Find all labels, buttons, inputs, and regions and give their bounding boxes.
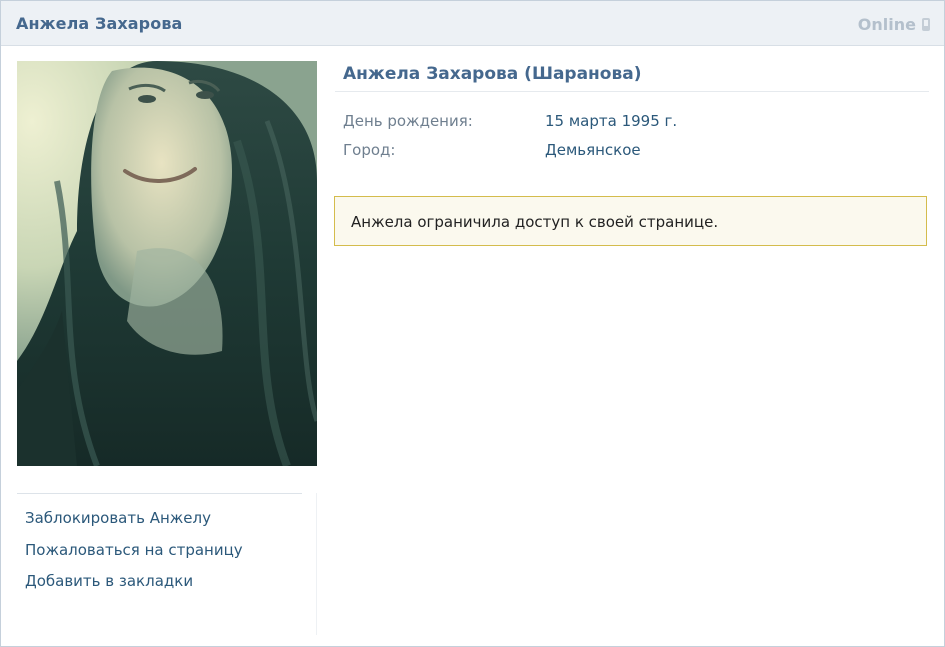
profile-info: Анжела Захарова (Шаранова) День рождения…: [335, 61, 929, 165]
profile-photo-image: [17, 61, 317, 466]
online-status: Online: [858, 15, 930, 34]
header-user-name[interactable]: Анжела Захарова: [16, 14, 182, 33]
birthday-label: День рождения:: [343, 112, 473, 130]
birthday-value[interactable]: 15 марта 1995 г.: [545, 107, 677, 136]
profile-page: Анжела Захарова Online Заблокировать Анж…: [0, 0, 945, 647]
report-page-link[interactable]: Пожаловаться на страницу: [25, 535, 302, 567]
actions-divider: [316, 493, 317, 635]
block-user-link[interactable]: Заблокировать Анжелу: [25, 503, 302, 535]
page-header: Анжела Захарова Online: [1, 1, 944, 46]
profile-actions: Заблокировать Анжелу Пожаловаться на стр…: [17, 493, 302, 598]
city-value[interactable]: Демьянское: [545, 136, 641, 165]
birthday-row: День рождения: 15 марта 1995 г.: [343, 107, 929, 136]
mobile-phone-icon: [922, 18, 930, 31]
profile-details: День рождения: 15 марта 1995 г. Город: Д…: [335, 107, 929, 165]
city-label: Город:: [343, 141, 396, 159]
online-status-label: Online: [857, 15, 916, 34]
city-row: Город: Демьянское: [343, 136, 929, 165]
restricted-access-notice: Анжела ограничила доступ к своей страниц…: [334, 196, 927, 246]
profile-photo[interactable]: [17, 61, 317, 466]
restricted-access-text: Анжела ограничила доступ к своей страниц…: [351, 213, 719, 231]
add-bookmark-link[interactable]: Добавить в закладки: [25, 566, 302, 598]
profile-full-name: Анжела Захарова (Шаранова): [335, 61, 929, 92]
